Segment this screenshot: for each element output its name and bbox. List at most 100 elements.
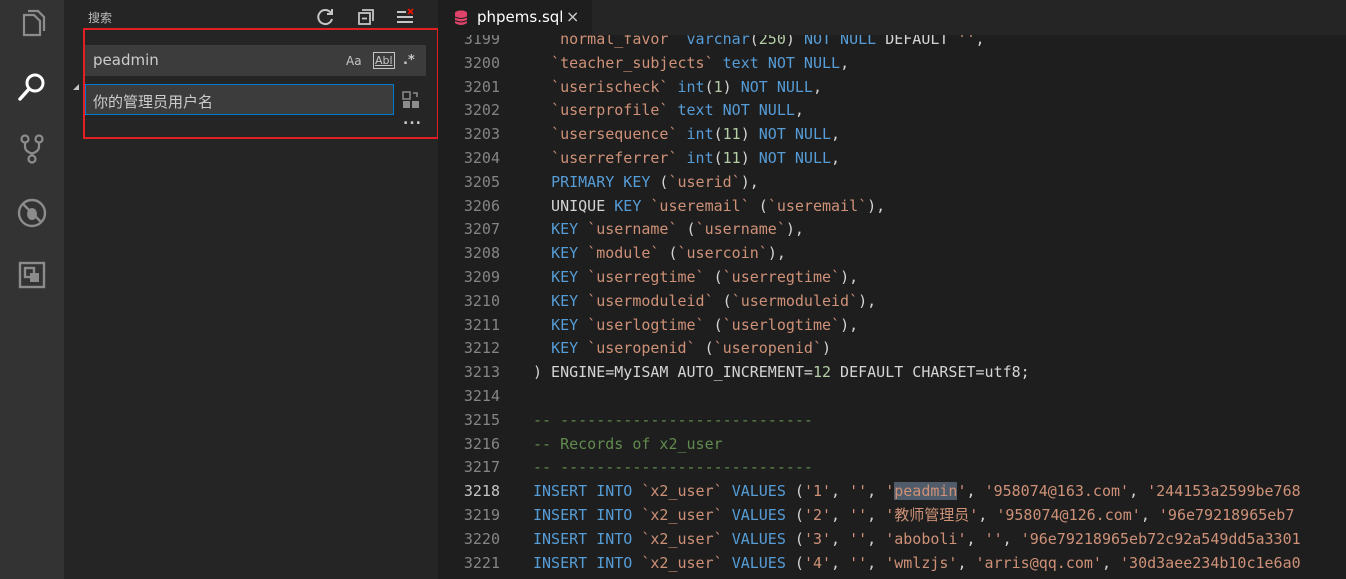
code-token: `username`: [695, 220, 786, 239]
line-number: 3208: [463, 244, 500, 263]
replace-all-icon[interactable]: [401, 90, 421, 110]
code-token: ,: [831, 149, 841, 167]
code-token: ),: [740, 172, 759, 191]
code-line[interactable]: 3200 `teacher_subjects` text NOT NULL,: [438, 51, 1346, 75]
code-text: KEY `userlogtime` (`userlogtime`),: [533, 313, 858, 337]
code-line[interactable]: 3207 KEY `username` (`username`),: [438, 217, 1346, 241]
code-token: `userreferrer`: [533, 149, 678, 167]
code-line[interactable]: 3199 `normal_favor` varchar(250) NOT NUL…: [438, 35, 1346, 51]
tab-phpems-sql[interactable]: phpems.sql ×: [438, 0, 592, 35]
code-line[interactable]: 3209 KEY `userregtime` (`userregtime`),: [438, 265, 1346, 289]
code-line[interactable]: 3221 INSERT INTO `x2_user` VALUES ('4', '…: [438, 551, 1346, 575]
toggle-search-details-button[interactable]: ...: [403, 112, 422, 128]
explorer-icon[interactable]: [14, 6, 50, 42]
code-token: `useropenid`: [587, 339, 696, 358]
line-number: 3214: [463, 387, 500, 405]
code-token: ,: [867, 553, 886, 572]
code-token: ,: [1129, 482, 1148, 501]
code-token: (: [704, 315, 723, 334]
code-token: NOT NULL: [740, 77, 813, 96]
code-token: UNIQUE: [533, 196, 615, 215]
code-line[interactable]: 3220 INSERT INTO `x2_user` VALUES ('3', '…: [438, 527, 1346, 551]
code-token: ': [885, 482, 895, 501]
search-input[interactable]: peadmin Aa Abl .*: [85, 45, 426, 76]
code-line[interactable]: 3210 KEY `usermoduleid` (`usermoduleid`)…: [438, 289, 1346, 313]
code-line[interactable]: 3215 -- ----------------------------: [438, 408, 1346, 432]
refresh-icon[interactable]: [315, 6, 337, 28]
tab-label: phpems.sql: [477, 8, 564, 26]
code-token: '': [849, 506, 868, 524]
code-line[interactable]: 3204 `userreferrer` int(11) NOT NULL,: [438, 146, 1346, 170]
code-token: INSERT INTO: [533, 482, 633, 501]
code-token: '96e79218965eb72c92a549dd5a3301: [1020, 529, 1301, 548]
code-line[interactable]: 3212 KEY `useropenid` (`useropenid`): [438, 336, 1346, 360]
code-line[interactable]: 3205 PRIMARY KEY (`userid`),: [438, 170, 1346, 194]
code-token: `useropenid`: [713, 339, 822, 358]
code-token: ),: [767, 244, 786, 263]
code-token: `useremail`: [767, 196, 868, 215]
code-token: ,: [831, 506, 850, 524]
search-icon[interactable]: [14, 69, 50, 105]
code-token: '96e79218965eb7: [1158, 506, 1295, 524]
code-token: ,: [812, 77, 822, 96]
code-text: UNIQUE KEY `useremail` (`useremail`),: [533, 194, 885, 218]
whole-word-toggle[interactable]: Abl: [373, 52, 395, 69]
debug-icon[interactable]: [14, 195, 50, 231]
code-line[interactable]: 3211 KEY `userlogtime` (`userlogtime`),: [438, 313, 1346, 337]
code-line[interactable]: 3213) ENGINE=MyISAM AUTO_INCREMENT=12 DE…: [438, 360, 1346, 384]
code-token: `userlogtime`: [722, 315, 841, 334]
code-token: '30d3aee234b10c1e6a0: [1120, 553, 1301, 572]
code-token: KEY: [551, 291, 579, 310]
code-token: (: [785, 506, 804, 524]
code-token: '958074@163.com': [984, 482, 1130, 501]
code-token: `usermoduleid`: [587, 291, 714, 310]
code-token: `userregtime`: [722, 268, 841, 286]
code-token: '': [849, 482, 868, 501]
code-token: '': [957, 35, 976, 48]
code-line[interactable]: 3201 `userischeck` int(1) NOT NULL,: [438, 75, 1346, 99]
code-token: '': [984, 529, 1003, 548]
code-token: 11: [722, 149, 741, 167]
code-token: '244153a2599be768: [1147, 482, 1301, 501]
code-token: ,: [831, 125, 841, 144]
code-line[interactable]: 3214: [438, 384, 1346, 408]
code-token: (: [677, 220, 696, 239]
clear-results-icon[interactable]: [394, 6, 416, 28]
regex-toggle[interactable]: .*: [403, 52, 415, 69]
code-editor[interactable]: 3199 `normal_favor` varchar(250) NOT NUL…: [438, 35, 1346, 579]
code-line[interactable]: 3206 UNIQUE KEY `useremail` (`useremail`…: [438, 194, 1346, 218]
search-match: peadmin: [894, 482, 958, 501]
code-line[interactable]: 3217 -- ----------------------------: [438, 455, 1346, 479]
code-line[interactable]: 3216 -- Records of x2_user: [438, 432, 1346, 456]
code-token: -- ----------------------------: [533, 458, 813, 477]
replace-input[interactable]: 你的管理员用户名: [85, 84, 394, 115]
extensions-icon[interactable]: [14, 257, 50, 293]
collapse-all-icon[interactable]: [355, 6, 377, 28]
code-text: `userreferrer` int(11) NOT NULL,: [533, 146, 840, 170]
source-control-icon[interactable]: [14, 131, 50, 167]
line-number: 3199: [463, 35, 500, 48]
code-token: ,: [867, 482, 886, 501]
match-case-toggle[interactable]: Aa: [346, 52, 362, 69]
close-tab-icon[interactable]: ×: [566, 7, 579, 26]
code-token: INSERT INTO: [533, 506, 633, 524]
code-line[interactable]: 3202 `userprofile` text NOT NULL,: [438, 98, 1346, 122]
code-token: ,: [794, 101, 804, 120]
code-token: KEY: [614, 196, 642, 215]
line-number: 3201: [463, 77, 500, 96]
code-line[interactable]: 3218 INSERT INTO `x2_user` VALUES ('1', '…: [438, 479, 1346, 503]
code-token: (: [713, 291, 732, 310]
code-line[interactable]: 3203 `usersequence` int(11) NOT NULL,: [438, 122, 1346, 146]
code-line[interactable]: 3208 KEY `module` (`usercoin`),: [438, 241, 1346, 265]
code-token: KEY: [551, 244, 579, 263]
toggle-replace-chevron-icon[interactable]: [72, 76, 80, 90]
code-token: 12: [812, 363, 832, 382]
code-token: (: [704, 77, 714, 96]
code-line[interactable]: 3219 INSERT INTO `x2_user` VALUES ('2', '…: [438, 503, 1346, 527]
code-token: '4': [803, 553, 832, 572]
